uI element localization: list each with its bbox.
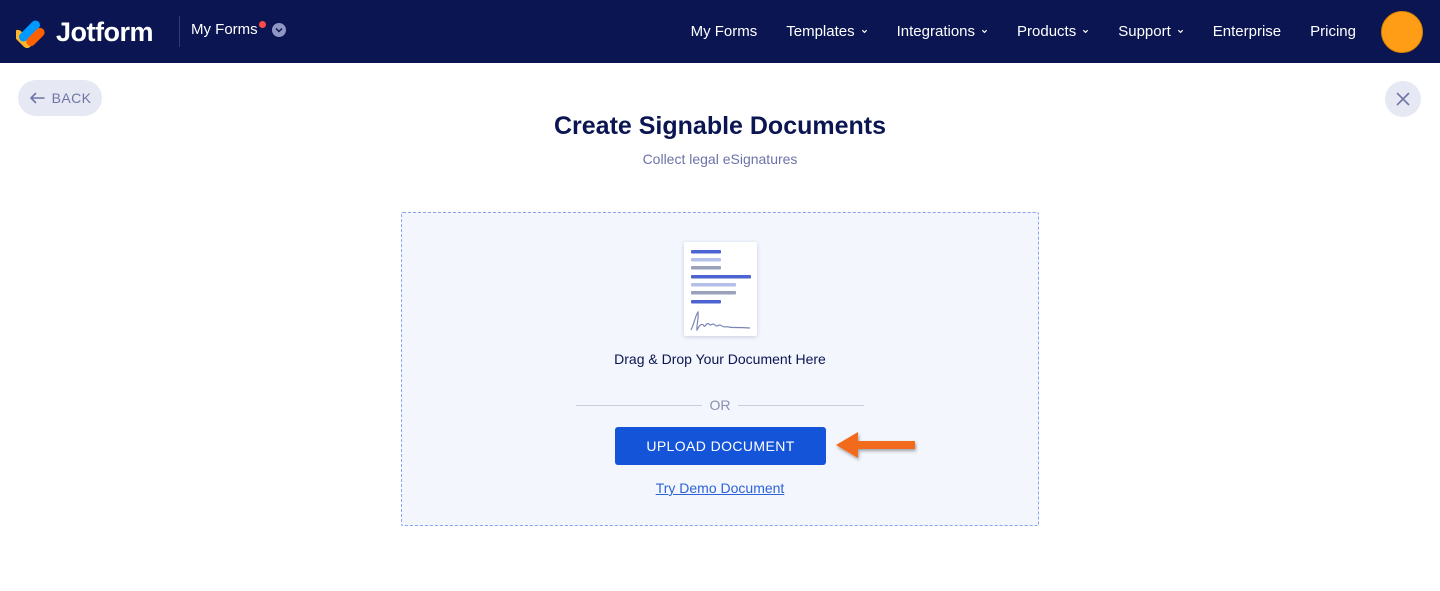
nav-item-integrations[interactable]: Integrations [897, 23, 988, 40]
page-title: Create Signable Documents [553, 112, 887, 140]
switcher-label: My Forms [191, 21, 258, 38]
notification-dot [258, 21, 266, 28]
document-dropzone[interactable]: Drag & Drop Your Document Here OR UPLOAD… [401, 212, 1039, 526]
nav-item-support[interactable]: Support [1118, 23, 1184, 40]
demo-link-label: Try Demo Document [655, 480, 785, 496]
drag-drop-text: Drag & Drop Your Document Here [614, 351, 826, 367]
nav-label: Templates [786, 23, 855, 40]
chevron-down-icon [981, 29, 988, 34]
nav-item-enterprise[interactable]: Enterprise [1213, 23, 1281, 40]
nav-item-my-forms[interactable]: My Forms [691, 23, 758, 40]
chevron-down-icon[interactable] [271, 22, 286, 37]
nav-label: My Forms [690, 23, 758, 40]
nav-label: Enterprise [1212, 23, 1282, 40]
jotform-logo[interactable]: Jotform [16, 14, 154, 50]
document-icon [684, 242, 757, 336]
chevron-down-icon [1177, 29, 1183, 34]
top-navigation-bar: Jotform My Forms My Forms Templates Inte… [0, 0, 1440, 63]
header-divider [179, 16, 180, 47]
upload-document-button[interactable]: UPLOAD DOCUMENT [615, 427, 826, 465]
arrow-left-icon [29, 92, 45, 104]
nav-item-products[interactable]: Products [1017, 23, 1089, 40]
nav-label: Products [1017, 23, 1077, 40]
brand-name: Jotform [56, 16, 154, 47]
or-text: OR [709, 397, 731, 413]
nav-label: Support [1118, 23, 1171, 40]
try-demo-document-link[interactable]: Try Demo Document [402, 480, 1038, 496]
nav-item-templates[interactable]: Templates [786, 23, 867, 40]
user-avatar[interactable] [1381, 11, 1423, 53]
nav-label: Pricing [1310, 23, 1356, 40]
close-icon [1396, 92, 1410, 106]
back-label: BACK [51, 90, 92, 106]
or-separator: OR [576, 397, 864, 413]
arrow-left-icon [836, 432, 915, 458]
chevron-down-icon [861, 29, 867, 34]
nav-label: Integrations [896, 23, 976, 40]
my-forms-switcher[interactable]: My Forms [191, 21, 286, 38]
main-nav: My Forms Templates Integrations Products… [662, 0, 1356, 63]
jotform-logo-icon [16, 20, 45, 49]
nav-item-pricing[interactable]: Pricing [1310, 23, 1356, 40]
page-subtitle: Collect legal eSignatures [642, 151, 798, 167]
back-button[interactable]: BACK [18, 80, 102, 116]
chevron-down-icon [1083, 29, 1089, 34]
